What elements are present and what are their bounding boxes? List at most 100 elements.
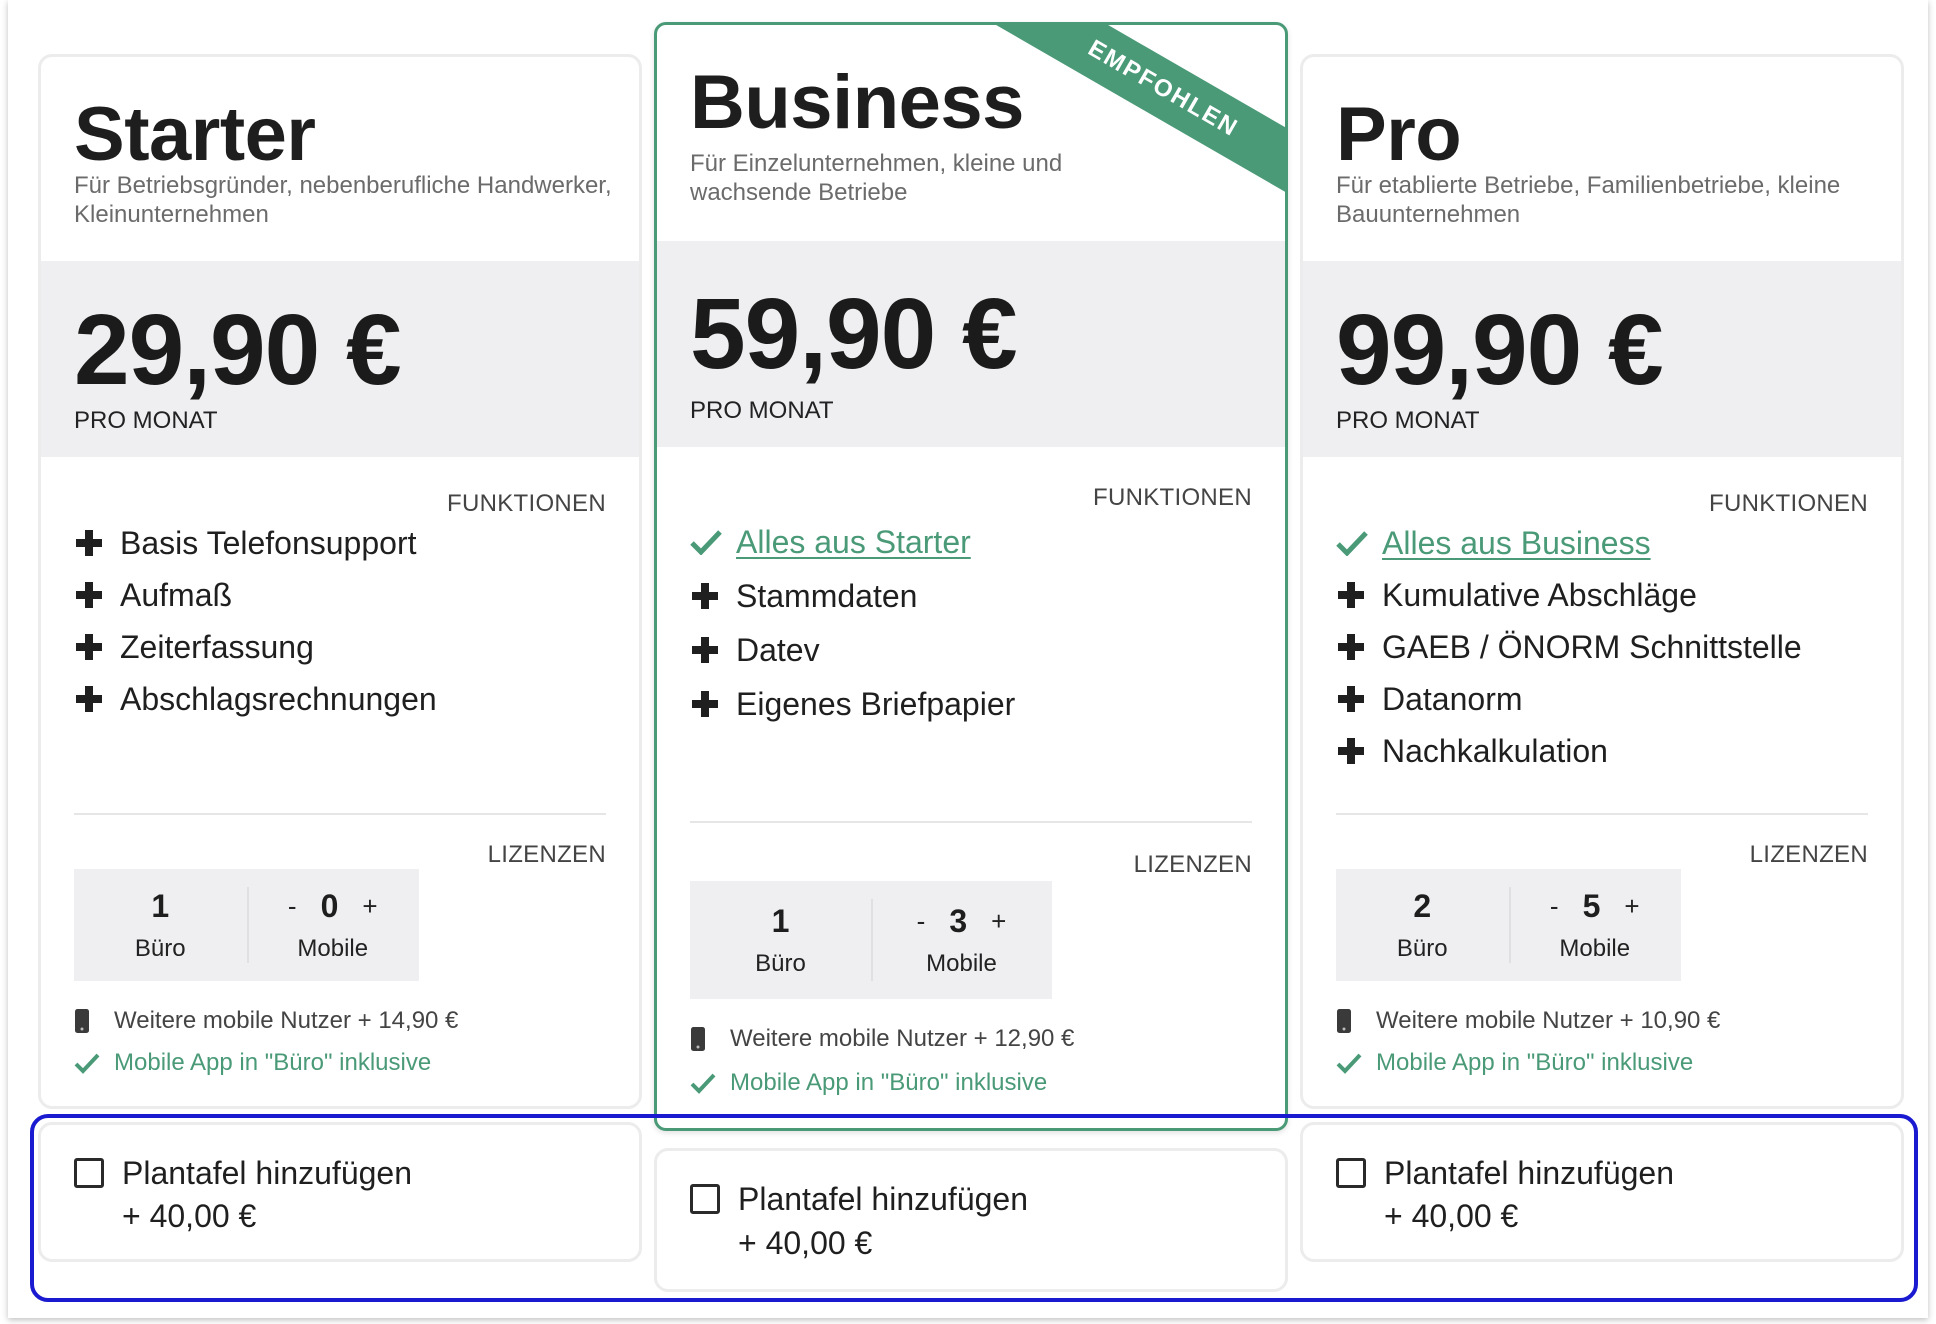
features-label: FUNKTIONEN	[1709, 490, 1868, 517]
office-count: 2	[1413, 887, 1432, 924]
feature-label: GAEB / ÖNORM Schnittstelle	[1382, 628, 1802, 665]
plus-icon	[1336, 632, 1382, 662]
price-band: 99,90 € PRO MONAT	[1303, 261, 1901, 457]
feature-list: Alles aus Starter Stammdaten Datev Eigen…	[690, 515, 1265, 731]
mobile-license: - 5 + Mobile	[1508, 869, 1682, 981]
addon-label: Plantafel hinzufügen	[122, 1155, 412, 1191]
mobile-phone-icon	[74, 1008, 114, 1034]
mobile-label: Mobile	[926, 949, 997, 977]
decrement-mobile-button[interactable]: -	[288, 891, 297, 922]
plan-name: Business	[690, 60, 1024, 145]
feature-label: Abschlagsrechnungen	[120, 680, 437, 717]
includes-starter-link[interactable]: Alles aus Starter	[736, 524, 971, 561]
office-count: 1	[771, 902, 790, 939]
plantafel-checkbox[interactable]	[74, 1158, 104, 1188]
plan-description: Für Betriebsgründer, nebenberufliche Han…	[74, 172, 612, 228]
features-label: FUNKTIONEN	[1093, 484, 1252, 511]
mobile-count: 5	[1582, 887, 1601, 924]
pricing-page: Starter Für Betriebsgründer, nebenberufl…	[8, 0, 1928, 1318]
addon-label: Plantafel hinzufügen	[738, 1181, 1028, 1217]
feature-item: Kumulative Abschläge	[1336, 569, 1881, 621]
includes-business-link[interactable]: Alles aus Business	[1382, 525, 1651, 562]
extra-users-note: Weitere mobile Nutzer + 12,90 €	[690, 1025, 1074, 1053]
licenses-label: LIZENZEN	[1749, 841, 1868, 868]
addon-label: Plantafel hinzufügen	[1384, 1155, 1674, 1191]
mobile-included-text: Mobile App in "Büro" inklusive	[1376, 1049, 1694, 1076]
mobile-phone-icon	[1336, 1008, 1376, 1034]
section-divider	[74, 813, 606, 815]
mobile-phone-icon	[690, 1026, 730, 1052]
feature-label: Stammdaten	[736, 577, 918, 614]
extra-users-text: Weitere mobile Nutzer + 12,90 €	[730, 1025, 1075, 1052]
feature-label: Aufmaß	[120, 576, 233, 613]
plan-price: 59,90 €	[690, 278, 1018, 390]
feature-item: Zeiterfassung	[74, 621, 619, 673]
office-license: 1 Büro	[74, 869, 247, 981]
mobile-included-note: Mobile App in "Büro" inklusive	[1336, 1049, 1693, 1077]
price-band: 29,90 € PRO MONAT	[41, 261, 639, 457]
plus-icon	[74, 632, 120, 662]
plus-icon	[74, 684, 120, 714]
mobile-license: - 3 + Mobile	[871, 881, 1052, 999]
mobile-count: 0	[320, 887, 339, 924]
addon-card-starter: Plantafel hinzufügen + 40,00 €	[38, 1122, 642, 1262]
feature-list: Alles aus Business Kumulative Abschläge …	[1336, 517, 1881, 777]
feature-list: Basis Telefonsupport Aufmaß Zeiterfassun…	[74, 517, 619, 725]
feature-item: Alles aus Business	[1336, 517, 1881, 569]
check-icon	[690, 529, 736, 555]
plan-name: Starter	[74, 92, 316, 177]
feature-item: Eigenes Briefpapier	[690, 677, 1265, 731]
addon-price: + 40,00 €	[738, 1225, 873, 1261]
feature-label: Nachkalkulation	[1382, 732, 1608, 769]
increment-mobile-button[interactable]: +	[991, 906, 1006, 937]
price-period: PRO MONAT	[690, 397, 834, 424]
extra-users-note: Weitere mobile Nutzer + 10,90 €	[1336, 1007, 1720, 1035]
section-divider	[1336, 813, 1868, 815]
plan-price: 29,90 €	[74, 294, 402, 406]
mobile-included-text: Mobile App in "Büro" inklusive	[730, 1069, 1048, 1096]
plantafel-checkbox[interactable]	[1336, 1158, 1366, 1188]
plan-price: 99,90 €	[1336, 294, 1664, 406]
increment-mobile-button[interactable]: +	[1624, 891, 1639, 922]
feature-item: GAEB / ÖNORM Schnittstelle	[1336, 621, 1881, 673]
check-icon	[74, 1052, 114, 1074]
section-divider	[690, 821, 1252, 823]
plantafel-checkbox[interactable]	[690, 1184, 720, 1214]
licenses-label: LIZENZEN	[1133, 851, 1252, 878]
plus-icon	[690, 635, 736, 665]
decrement-mobile-button[interactable]: -	[1550, 891, 1559, 922]
addon-card-pro: Plantafel hinzufügen + 40,00 €	[1300, 1122, 1904, 1262]
feature-label: Datev	[736, 631, 820, 668]
features-label: FUNKTIONEN	[447, 490, 606, 517]
increment-mobile-button[interactable]: +	[362, 891, 377, 922]
addon-card-business: Plantafel hinzufügen + 40,00 €	[654, 1148, 1288, 1292]
feature-label: Basis Telefonsupport	[120, 524, 417, 561]
feature-item: Abschlagsrechnungen	[74, 673, 619, 725]
extra-users-text: Weitere mobile Nutzer + 10,90 €	[1376, 1007, 1721, 1034]
office-label: Büro	[134, 934, 186, 962]
mobile-included-text: Mobile App in "Büro" inklusive	[114, 1049, 432, 1076]
decrement-mobile-button[interactable]: -	[917, 906, 926, 937]
price-band: 59,90 € PRO MONAT	[657, 241, 1285, 447]
plan-card-pro: Pro Für etablierte Betriebe, Familienbet…	[1300, 54, 1904, 1109]
plus-icon	[74, 528, 120, 558]
mobile-license: - 0 + Mobile	[246, 869, 420, 981]
mobile-label: Mobile	[297, 934, 369, 962]
plan-description: Für Einzelunternehmen, kleine und wachse…	[690, 150, 1063, 206]
feature-label: Zeiterfassung	[120, 628, 314, 665]
plus-icon	[1336, 684, 1382, 714]
feature-item: Stammdaten	[690, 569, 1265, 623]
price-period: PRO MONAT	[74, 407, 218, 434]
mobile-label: Mobile	[1559, 934, 1631, 962]
feature-item: Datev	[690, 623, 1265, 677]
mobile-included-note: Mobile App in "Büro" inklusive	[74, 1049, 431, 1077]
office-label: Büro	[755, 949, 806, 977]
feature-item: Alles aus Starter	[690, 515, 1265, 569]
office-label: Büro	[1396, 934, 1448, 962]
office-license: 2 Büro	[1336, 869, 1509, 981]
feature-item: Basis Telefonsupport	[74, 517, 619, 569]
feature-item: Datanorm	[1336, 673, 1881, 725]
license-selector: 2 Büro - 5 + Mobile	[1336, 869, 1681, 981]
check-icon	[690, 1072, 730, 1094]
check-icon	[1336, 1052, 1376, 1074]
